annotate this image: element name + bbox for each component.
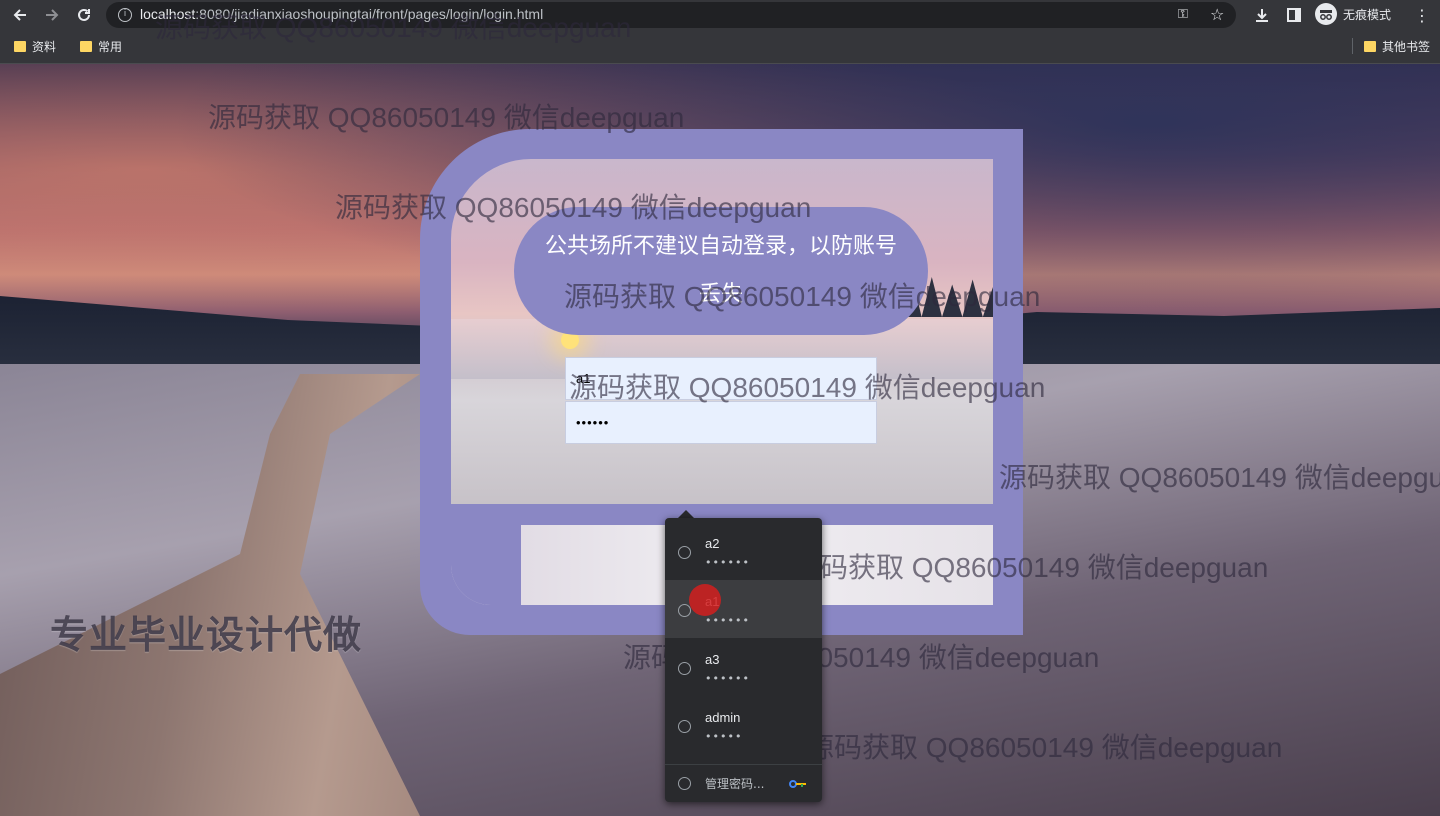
click-indicator: [689, 584, 721, 616]
ad-text: 专业毕业设计代做: [50, 613, 363, 657]
star-icon[interactable]: ☆: [1210, 5, 1224, 24]
folder-icon: [1364, 41, 1376, 52]
incognito-badge[interactable]: 无痕模式: [1315, 3, 1391, 25]
dropdown-arrow: [678, 510, 694, 518]
bookmark-folder-changyong[interactable]: 常用: [80, 38, 122, 55]
globe-icon: [678, 546, 691, 559]
reload-icon[interactable]: [72, 3, 96, 27]
incognito-label: 无痕模式: [1343, 7, 1392, 22]
watermark: 源码获取 QQ86050149 微信deepguan: [806, 732, 1283, 763]
password-input[interactable]: [565, 401, 877, 444]
site-info-icon[interactable]: i: [118, 8, 132, 22]
folder-icon: [80, 41, 92, 52]
folder-icon: [14, 41, 26, 52]
globe-icon: [678, 604, 691, 617]
chrome-icon: [678, 777, 691, 790]
forward-icon[interactable]: [40, 3, 64, 27]
bookmark-separator: [1352, 38, 1353, 54]
autofill-item[interactable]: a1 ••••••: [665, 580, 822, 638]
watermark: 源码获取 QQ86050149 微信deepguan: [999, 462, 1440, 493]
watermark: 源码获取 QQ86050149 微信deepguan: [208, 102, 685, 133]
watermark: 源码获取 QQ86050149 微信deepguan: [155, 12, 632, 43]
manage-passwords-item[interactable]: 管理密码...: [665, 764, 822, 803]
back-icon[interactable]: [8, 3, 32, 27]
menu-icon[interactable]: ⋮: [1410, 3, 1434, 27]
google-key-icon: [789, 780, 806, 788]
other-bookmarks[interactable]: 其他书签: [1364, 38, 1430, 55]
download-icon[interactable]: [1250, 3, 1274, 27]
bookmark-folder-ziliao[interactable]: 资料: [14, 38, 56, 55]
side-panel-icon[interactable]: [1282, 3, 1306, 27]
watermark: 源码获取 QQ86050149 微信deepguan: [569, 372, 1046, 403]
incognito-icon: [1315, 3, 1337, 25]
autofill-item[interactable]: a2 ••••••: [665, 522, 822, 580]
auto-login-notice: 公共场所不建议自动登录，以防账号丢失: [514, 207, 928, 335]
key-icon[interactable]: ⚿: [1178, 7, 1188, 22]
autofill-item[interactable]: admin •••••: [665, 696, 822, 754]
globe-icon: [678, 720, 691, 733]
autofill-item[interactable]: a3 ••••••: [665, 638, 822, 696]
watermark: 源码获取 QQ86050149 微信deepguan: [335, 192, 812, 223]
password-autofill-dropdown: a2 •••••• a1 •••••• a3 •••••• admin ••••…: [665, 518, 822, 802]
watermark: 源码获取 QQ86050149 微信deepguan: [792, 552, 1269, 583]
watermark: 源码获取 QQ86050149 微信deepguan: [564, 281, 1041, 312]
globe-icon: [678, 662, 691, 675]
